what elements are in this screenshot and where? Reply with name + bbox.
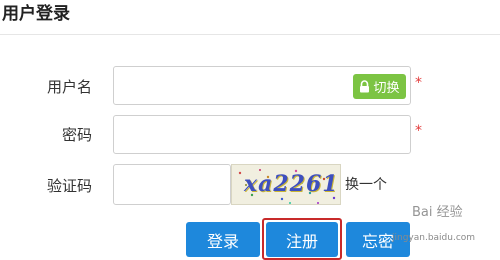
captcha-label: 验证码 [46,177,92,195]
username-label: 用户名 [46,78,92,96]
page-title: 用户登录 [2,4,70,24]
captcha-text: xa2261 [244,171,339,197]
switch-label: 切换 [373,81,400,96]
register-highlight-box [262,218,342,260]
captcha-input[interactable] [113,164,231,205]
captcha-image[interactable]: xa2261 [231,164,341,205]
refresh-captcha-link[interactable]: 换一个 [345,176,387,194]
divider [0,34,500,35]
login-button[interactable]: 登录 [186,222,260,257]
username-required-mark: * [415,75,422,91]
lock-icon [359,80,370,93]
watermark-url: jingyan.baidu.com [392,233,476,243]
switch-login-button[interactable]: 切换 [353,74,406,99]
password-input[interactable] [113,115,411,154]
watermark-brand: Bai 经验 [412,205,463,220]
password-label: 密码 [61,126,92,144]
password-required-mark: * [415,123,422,139]
